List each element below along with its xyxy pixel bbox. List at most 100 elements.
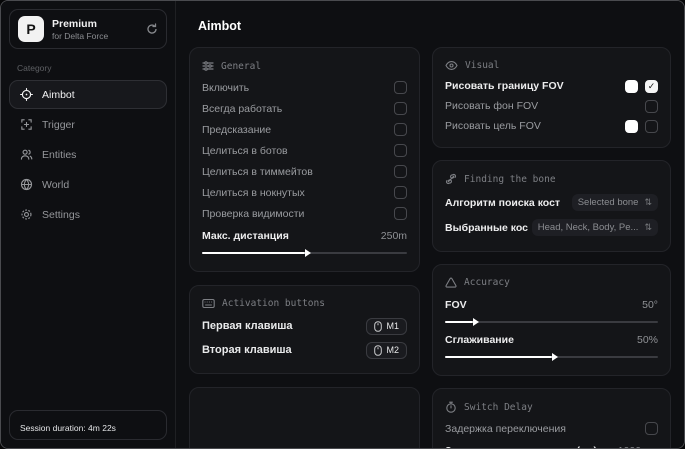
toggle-row-visibility-check: Проверка видимости ✓ xyxy=(202,203,408,224)
accuracy-card: Accuracy FOV 50° Сглаживание 50% xyxy=(432,264,671,376)
product-info: Premium for Delta Force xyxy=(52,18,108,41)
switch-delay-ms-value: 1000 ms xyxy=(618,445,658,449)
page-title: Aimbot xyxy=(198,19,242,33)
fov-row: FOV 50° xyxy=(445,295,658,314)
session-duration-text: Session duration: 4m 22s xyxy=(20,423,116,433)
smoothing-value: 50% xyxy=(636,333,658,346)
sidebar-item-world[interactable]: World xyxy=(9,170,167,199)
bone-algorithm-dropdown[interactable]: Selected bone ⇅ xyxy=(571,194,658,211)
toggle-row-prediction: Предсказание ✓ xyxy=(202,119,408,140)
toggle-row-always-work: Всегда работать ✓ xyxy=(202,98,408,119)
checkbox-always-work[interactable]: ✓ xyxy=(394,102,408,115)
general-card-title: General xyxy=(221,60,262,72)
sidebar: P Premium for Delta Force Category Aimbo… xyxy=(1,1,176,448)
max-distance-value: 250m xyxy=(380,229,408,242)
tune-sliders-icon xyxy=(202,61,214,71)
checkbox-draw-fov-target[interactable]: ✓ xyxy=(645,119,658,133)
sidebar-item-entities[interactable]: Entities xyxy=(9,140,167,169)
draw-fov-background-label: Рисовать фон FOV xyxy=(445,100,539,112)
sidebar-item-label: World xyxy=(42,178,70,191)
toggle-label: Целиться в тиммейтов xyxy=(202,165,313,178)
checkbox-visibility-check[interactable]: ✓ xyxy=(394,207,408,220)
fov-border-color-swatch[interactable] xyxy=(625,79,638,93)
app-logo: P xyxy=(18,16,44,42)
first-keybind-value: M1 xyxy=(386,321,400,331)
finding-bone-card: Finding the bone Алгоритм поиска кост Se… xyxy=(432,160,671,252)
switch-delay-ms-label: Задержка переключения (мс) xyxy=(445,445,597,449)
refresh-icon[interactable] xyxy=(146,23,158,35)
main-content: Aimbot General Включить ✓ xyxy=(176,1,684,448)
toggle-row-target-teammates: Целиться в тиммейтов ✓ xyxy=(202,161,408,182)
smoothing-row: Сглаживание 50% xyxy=(445,330,658,349)
draw-fov-border-label: Рисовать границу FOV xyxy=(445,80,564,92)
max-distance-row: Макс. дистанция 250m xyxy=(202,226,407,245)
globe-icon xyxy=(20,178,33,191)
sidebar-item-settings[interactable]: Settings xyxy=(9,200,167,229)
eye-icon xyxy=(445,61,458,70)
toggle-label: Проверка видимости xyxy=(202,207,305,220)
checkbox-target-bots[interactable]: ✓ xyxy=(394,144,408,157)
checkbox-draw-fov-border[interactable]: ✓ xyxy=(645,79,658,93)
first-key-row: Первая клавиша M1 xyxy=(202,314,408,338)
product-subtitle: for Delta Force xyxy=(52,30,109,41)
selected-bones-row: Выбранные кос Head, Neck, Body, Pe... ⇅ xyxy=(445,215,658,240)
checkbox-target-knocked[interactable]: ✓ xyxy=(394,186,408,199)
visual-card-header: Visual xyxy=(445,57,658,76)
toggle-row-target-knocked: Целиться в нокнутых ✓ xyxy=(202,182,408,203)
keyboard-icon xyxy=(202,298,215,309)
visual-card: Visual Рисовать границу FOV ✓ Рисовать ф… xyxy=(432,47,671,148)
switch-delay-card: Switch Delay Задержка переключения ✓ Зад… xyxy=(432,388,671,448)
mouse-icon xyxy=(373,320,382,332)
activation-buttons-card: Activation buttons Первая клавиша M1 Вто… xyxy=(189,285,421,374)
switch-delay-card-title: Switch Delay xyxy=(464,401,533,413)
first-keybind-button[interactable]: M1 xyxy=(365,317,408,335)
toggle-row-target-bots: Целиться в ботов ✓ xyxy=(202,140,408,161)
checkbox-enable[interactable]: ✓ xyxy=(394,81,408,94)
toggle-label: Всегда работать xyxy=(202,102,283,115)
switch-delay-toggle-label: Задержка переключения xyxy=(445,422,566,435)
max-distance-label: Макс. дистанция xyxy=(202,229,289,242)
checkbox-prediction[interactable]: ✓ xyxy=(394,123,408,136)
users-icon xyxy=(20,149,33,160)
smoothing-slider[interactable] xyxy=(445,351,658,363)
category-label: Category xyxy=(17,63,52,73)
empty-panel xyxy=(189,387,421,448)
gear-icon xyxy=(21,209,32,220)
trigger-crosshair-icon xyxy=(21,119,32,130)
fov-slider[interactable] xyxy=(445,316,658,328)
switch-delay-card-header: Switch Delay xyxy=(445,398,658,418)
accuracy-card-header: Accuracy xyxy=(445,274,658,293)
sidebar-item-label: Settings xyxy=(42,208,80,221)
general-card: General Включить ✓ Всегда работать ✓ Пре… xyxy=(189,47,421,272)
sidebar-item-aimbot[interactable]: Aimbot xyxy=(9,80,167,109)
general-card-header: General xyxy=(202,57,407,77)
stopwatch-icon xyxy=(446,401,456,413)
activation-card-title: Activation buttons xyxy=(222,298,325,309)
checkbox-target-teammates[interactable]: ✓ xyxy=(394,165,408,178)
premium-card: P Premium for Delta Force xyxy=(9,9,167,49)
selected-bones-dropdown[interactable]: Head, Neck, Body, Pe... ⇅ xyxy=(531,219,658,236)
bone-algorithm-label: Алгоритм поиска кост xyxy=(445,196,561,209)
session-duration-card: Session duration: 4m 22s xyxy=(9,410,167,440)
sidebar-item-label: Entities xyxy=(42,148,77,161)
toggle-label: Целиться в ботов xyxy=(202,144,288,157)
fov-target-color-swatch[interactable] xyxy=(625,119,638,133)
second-key-label: Вторая клавиша xyxy=(202,344,292,356)
unfold-icon: ⇅ xyxy=(644,197,652,208)
sidebar-item-label: Aimbot xyxy=(42,88,75,101)
checkbox-switch-delay[interactable]: ✓ xyxy=(645,422,658,435)
checkbox-draw-fov-background[interactable]: ✓ xyxy=(645,99,658,113)
bone-icon xyxy=(446,173,457,185)
mouse-icon xyxy=(373,344,382,356)
bone-card-title: Finding the bone xyxy=(464,173,556,185)
draw-fov-target-label: Рисовать цель FOV xyxy=(445,120,541,132)
second-keybind-button[interactable]: M2 xyxy=(365,341,408,359)
max-distance-slider[interactable] xyxy=(202,247,408,259)
bone-algorithm-row: Алгоритм поиска кост Selected bone ⇅ xyxy=(445,190,658,215)
toggle-label: Включить xyxy=(202,81,250,94)
toggle-label: Целиться в нокнутых xyxy=(202,186,305,199)
fov-label: FOV xyxy=(445,298,467,311)
bone-card-header: Finding the bone xyxy=(445,170,658,190)
sidebar-item-trigger[interactable]: Trigger xyxy=(9,110,167,139)
draw-fov-border-row: Рисовать границу FOV ✓ xyxy=(445,76,658,96)
